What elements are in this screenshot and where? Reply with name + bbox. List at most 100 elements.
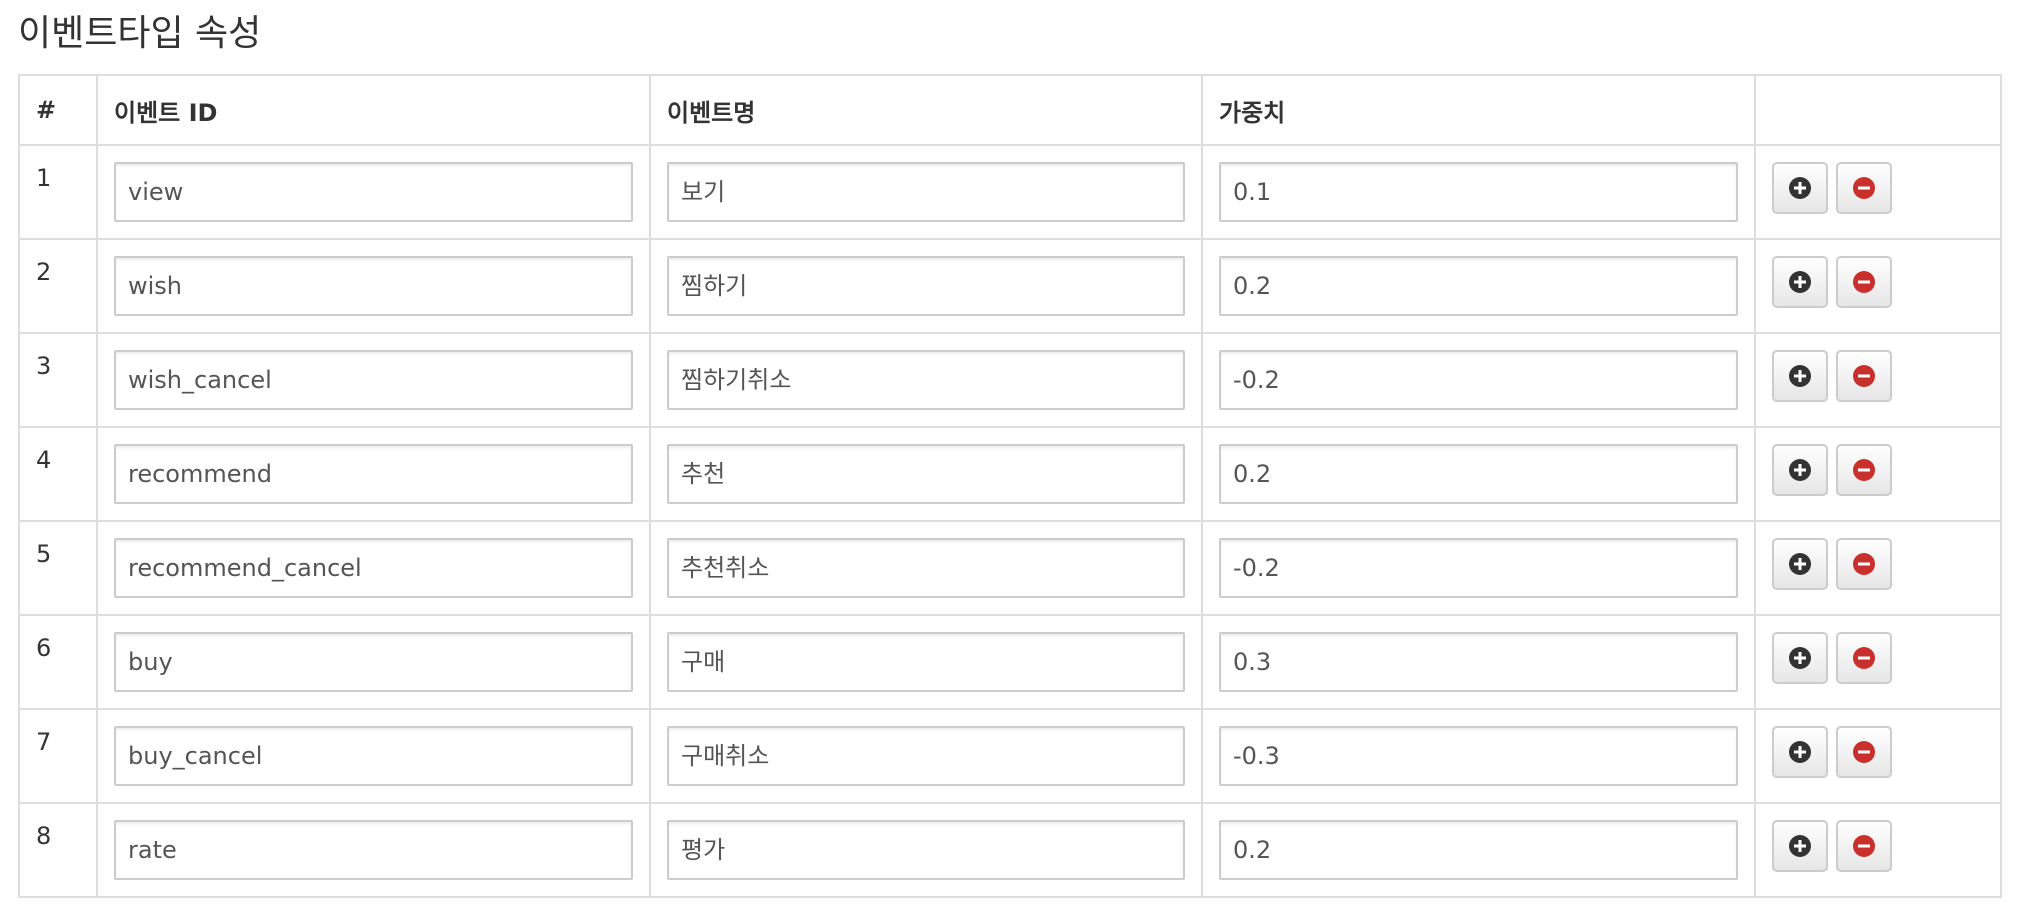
- remove-row-button[interactable]: [1836, 350, 1892, 402]
- event-name-input[interactable]: [667, 820, 1185, 880]
- plus-circle-icon: [1789, 271, 1811, 293]
- event-id-input[interactable]: [114, 444, 633, 504]
- weight-cell: [1201, 708, 1756, 804]
- row-action-buttons: [1772, 726, 1984, 778]
- remove-row-button[interactable]: [1836, 820, 1892, 872]
- remove-row-button[interactable]: [1836, 162, 1892, 214]
- remove-row-button[interactable]: [1836, 726, 1892, 778]
- event-id-input[interactable]: [114, 820, 633, 880]
- table-row: 1: [18, 144, 2002, 240]
- row-number: 7: [18, 708, 98, 804]
- event-id-input[interactable]: [114, 350, 633, 410]
- event-name-cell: [649, 144, 1203, 240]
- event-id-input[interactable]: [114, 256, 633, 316]
- minus-circle-icon: [1853, 835, 1875, 857]
- actions-cell: [1754, 802, 2002, 898]
- weight-cell: [1201, 238, 1756, 334]
- actions-cell: [1754, 520, 2002, 616]
- weight-input[interactable]: [1219, 350, 1738, 410]
- add-row-button[interactable]: [1772, 632, 1828, 684]
- plus-circle-icon: [1789, 365, 1811, 387]
- minus-circle-icon: [1853, 271, 1875, 293]
- event-type-table: # 이벤트 ID 이벤트명 가중치 12345678: [18, 74, 2002, 898]
- header-event-id: 이벤트 ID: [96, 74, 651, 146]
- table-body: 12345678: [18, 144, 2002, 898]
- header-num: #: [18, 74, 98, 146]
- weight-input[interactable]: [1219, 538, 1738, 598]
- add-row-button[interactable]: [1772, 256, 1828, 308]
- add-row-button[interactable]: [1772, 820, 1828, 872]
- actions-cell: [1754, 614, 2002, 710]
- event-id-cell: [96, 802, 651, 898]
- event-id-input[interactable]: [114, 632, 633, 692]
- event-name-input[interactable]: [667, 256, 1185, 316]
- row-action-buttons: [1772, 632, 1984, 684]
- event-name-input[interactable]: [667, 538, 1185, 598]
- weight-input[interactable]: [1219, 632, 1738, 692]
- plus-circle-icon: [1789, 459, 1811, 481]
- add-row-button[interactable]: [1772, 350, 1828, 402]
- event-id-cell: [96, 708, 651, 804]
- table-row: 3: [18, 332, 2002, 428]
- minus-circle-icon: [1853, 177, 1875, 199]
- event-name-input[interactable]: [667, 162, 1185, 222]
- event-name-cell: [649, 614, 1203, 710]
- event-name-cell: [649, 520, 1203, 616]
- add-row-button[interactable]: [1772, 538, 1828, 590]
- plus-circle-icon: [1789, 177, 1811, 199]
- event-id-input[interactable]: [114, 726, 633, 786]
- event-name-input[interactable]: [667, 444, 1185, 504]
- header-weight: 가중치: [1201, 74, 1756, 146]
- event-name-input[interactable]: [667, 350, 1185, 410]
- weight-cell: [1201, 802, 1756, 898]
- event-id-input[interactable]: [114, 538, 633, 598]
- weight-cell: [1201, 614, 1756, 710]
- row-number: 1: [18, 144, 98, 240]
- weight-input[interactable]: [1219, 726, 1738, 786]
- add-row-button[interactable]: [1772, 726, 1828, 778]
- remove-row-button[interactable]: [1836, 256, 1892, 308]
- plus-circle-icon: [1789, 741, 1811, 763]
- weight-input[interactable]: [1219, 444, 1738, 504]
- row-number: 2: [18, 238, 98, 334]
- table-row: 8: [18, 802, 2002, 898]
- actions-cell: [1754, 238, 2002, 334]
- event-id-cell: [96, 520, 651, 616]
- page-title: 이벤트타입 속성: [18, 13, 262, 54]
- header-actions: [1754, 74, 2002, 146]
- row-action-buttons: [1772, 162, 1984, 214]
- event-id-cell: [96, 238, 651, 334]
- row-action-buttons: [1772, 444, 1984, 496]
- table-row: 4: [18, 426, 2002, 522]
- actions-cell: [1754, 708, 2002, 804]
- remove-row-button[interactable]: [1836, 444, 1892, 496]
- event-name-cell: [649, 426, 1203, 522]
- table-row: 7: [18, 708, 2002, 804]
- event-id-cell: [96, 332, 651, 428]
- actions-cell: [1754, 426, 2002, 522]
- remove-row-button[interactable]: [1836, 632, 1892, 684]
- add-row-button[interactable]: [1772, 162, 1828, 214]
- row-action-buttons: [1772, 538, 1984, 590]
- row-action-buttons: [1772, 820, 1984, 872]
- event-id-input[interactable]: [114, 162, 633, 222]
- event-name-input[interactable]: [667, 726, 1185, 786]
- minus-circle-icon: [1853, 647, 1875, 669]
- actions-cell: [1754, 144, 2002, 240]
- weight-cell: [1201, 426, 1756, 522]
- remove-row-button[interactable]: [1836, 538, 1892, 590]
- add-row-button[interactable]: [1772, 444, 1828, 496]
- minus-circle-icon: [1853, 459, 1875, 481]
- event-name-cell: [649, 332, 1203, 428]
- weight-input[interactable]: [1219, 162, 1738, 222]
- weight-cell: [1201, 332, 1756, 428]
- table-row: 2: [18, 238, 2002, 334]
- event-name-input[interactable]: [667, 632, 1185, 692]
- weight-input[interactable]: [1219, 820, 1738, 880]
- event-name-cell: [649, 802, 1203, 898]
- row-number: 4: [18, 426, 98, 522]
- plus-circle-icon: [1789, 553, 1811, 575]
- row-action-buttons: [1772, 350, 1984, 402]
- row-number: 5: [18, 520, 98, 616]
- weight-input[interactable]: [1219, 256, 1738, 316]
